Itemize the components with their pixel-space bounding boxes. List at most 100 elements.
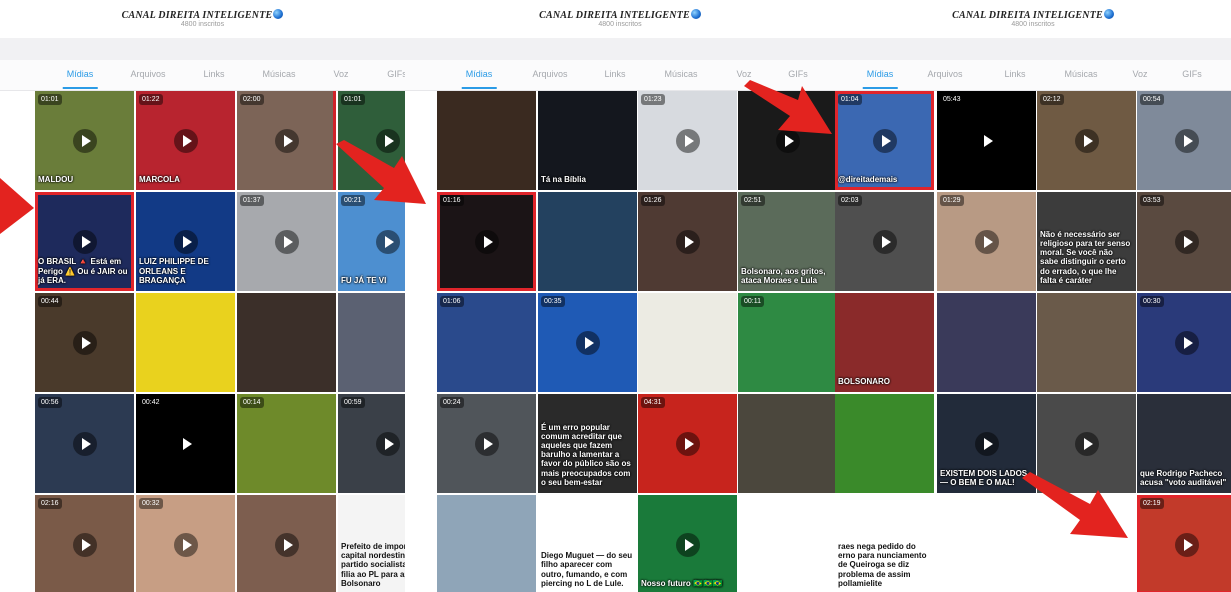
media-tile[interactable]: 00:56 [35, 394, 134, 493]
play-icon[interactable] [375, 128, 400, 153]
play-icon[interactable] [775, 128, 800, 153]
media-tile[interactable]: 00:44 [35, 293, 134, 392]
media-tile[interactable] [937, 495, 1036, 592]
media-tile[interactable]: 01:01 MALDOU [35, 91, 134, 190]
media-tile[interactable]: O BRASIL 🔺 Está em Perigo ⚠️ Ou é JAIR o… [35, 192, 134, 291]
media-tile[interactable]: 01:23 [638, 91, 737, 190]
media-tile[interactable]: 01:29 [937, 192, 1036, 291]
play-icon[interactable] [72, 431, 97, 456]
search-strip[interactable] [0, 38, 405, 60]
play-icon[interactable] [974, 229, 999, 254]
play-icon[interactable] [1074, 431, 1099, 456]
media-tile[interactable] [237, 495, 336, 592]
tab-3[interactable]: Músicas [664, 69, 697, 79]
media-tile[interactable]: BOLSONARO [835, 293, 934, 392]
media-tile[interactable]: 02:51 Bolsonaro, aos gritos, ataca Moraes… [738, 192, 835, 291]
play-icon[interactable] [72, 229, 97, 254]
media-tile[interactable]: 01:01 [338, 91, 405, 190]
play-icon[interactable] [1174, 330, 1199, 355]
play-icon[interactable] [72, 330, 97, 355]
media-tile[interactable] [437, 495, 536, 592]
media-tile[interactable]: Diego Muguet — do seu filho aparecer com… [538, 495, 637, 592]
play-icon[interactable] [1174, 229, 1199, 254]
tab-0[interactable]: Mídias [62, 69, 97, 89]
media-tile[interactable]: 01:04 @direitademais [835, 91, 934, 190]
media-tile[interactable]: 01:06 [437, 293, 536, 392]
channel-header[interactable]: CANAL DIREITA INTELIGENTE 4800 inscritos [0, 0, 405, 38]
play-icon[interactable] [72, 532, 97, 557]
tab-1[interactable]: Arquivos [927, 69, 962, 79]
media-tile[interactable] [1037, 293, 1136, 392]
play-icon[interactable] [173, 128, 198, 153]
media-tile[interactable]: Prefeito de importante capital nordestin… [338, 495, 405, 592]
media-tile[interactable]: EXISTEM DOIS LADOS — O BEM E O MAL! [937, 394, 1036, 493]
media-tile[interactable]: 01:16 [437, 192, 536, 291]
media-tile[interactable] [538, 192, 637, 291]
play-icon[interactable] [675, 532, 700, 557]
media-tile[interactable]: Tá na Bíblia [538, 91, 637, 190]
play-icon[interactable] [974, 431, 999, 456]
tab-2[interactable]: Links [604, 69, 625, 79]
media-tile[interactable]: 00:59 [338, 394, 405, 493]
media-tile[interactable]: 03:53 [1137, 192, 1231, 291]
play-icon[interactable] [1174, 532, 1199, 557]
tab-2[interactable]: Links [1004, 69, 1025, 79]
play-icon[interactable] [872, 229, 897, 254]
play-icon[interactable] [274, 128, 299, 153]
media-tile[interactable]: 01:37 [237, 192, 336, 291]
media-tile[interactable]: 00:24 [437, 394, 536, 493]
play-icon[interactable] [1074, 128, 1099, 153]
play-icon[interactable] [675, 431, 700, 456]
media-tile[interactable]: 01:26 [638, 192, 737, 291]
tab-1[interactable]: Arquivos [532, 69, 567, 79]
media-tile[interactable] [937, 293, 1036, 392]
play-icon[interactable] [675, 229, 700, 254]
media-tile[interactable]: 02:00 [237, 91, 336, 190]
media-tile[interactable]: Nosso futuro 🇧🇷🇧🇷🇧🇷 [638, 495, 737, 592]
search-strip[interactable] [835, 38, 1231, 60]
media-tile[interactable]: LUIZ PHILIPPE DE ORLEANS E BRAGANÇA [136, 192, 235, 291]
media-tile[interactable] [237, 293, 336, 392]
tab-1[interactable]: Arquivos [130, 69, 165, 79]
play-icon[interactable] [173, 532, 198, 557]
media-tile[interactable]: Não é necessário ser religioso para ter … [1037, 192, 1136, 291]
media-tile[interactable]: 00:11 [738, 293, 835, 392]
media-tile[interactable]: 02:03 [835, 192, 934, 291]
media-tile[interactable] [437, 91, 536, 190]
media-tile[interactable] [638, 293, 737, 392]
media-tile[interactable] [338, 293, 405, 392]
media-tile[interactable]: 02:19 [1137, 495, 1231, 592]
play-icon[interactable] [173, 431, 198, 456]
play-icon[interactable] [575, 330, 600, 355]
channel-header[interactable]: CANAL DIREITA INTELIGENTE 4800 inscritos [835, 0, 1231, 38]
media-tile[interactable] [738, 495, 835, 592]
media-tile[interactable] [1037, 495, 1136, 592]
media-tile[interactable]: que Rodrigo Pacheco acusa "voto auditáve… [1137, 394, 1231, 493]
tab-2[interactable]: Links [203, 69, 224, 79]
media-tile[interactable]: 00:14 [237, 394, 336, 493]
play-icon[interactable] [375, 431, 400, 456]
play-icon[interactable] [274, 229, 299, 254]
play-icon[interactable] [872, 128, 897, 153]
tab-5[interactable]: GIFs [387, 69, 405, 79]
play-icon[interactable] [1174, 128, 1199, 153]
media-tile[interactable]: 00:42 [136, 394, 235, 493]
media-tile[interactable]: 00:30 [1137, 293, 1231, 392]
tab-5[interactable]: GIFs [788, 69, 808, 79]
search-strip[interactable] [405, 38, 835, 60]
media-tile[interactable]: 00:21 FU JÁ TE VI [338, 192, 405, 291]
media-tile[interactable]: 05:43 [937, 91, 1036, 190]
play-icon[interactable] [72, 128, 97, 153]
tab-3[interactable]: Músicas [262, 69, 295, 79]
media-tile[interactable]: 00:54 [1137, 91, 1231, 190]
tab-3[interactable]: Músicas [1064, 69, 1097, 79]
tab-0[interactable]: Mídias [461, 69, 496, 89]
play-icon[interactable] [974, 128, 999, 153]
play-icon[interactable] [274, 532, 299, 557]
media-tile[interactable] [1037, 394, 1136, 493]
media-tile[interactable]: É um erro popular comum acreditar que aq… [538, 394, 637, 493]
media-tile[interactable]: 00:32 [136, 495, 235, 592]
media-tile[interactable]: 04:31 [638, 394, 737, 493]
media-tile[interactable] [738, 394, 835, 493]
play-icon[interactable] [474, 229, 499, 254]
